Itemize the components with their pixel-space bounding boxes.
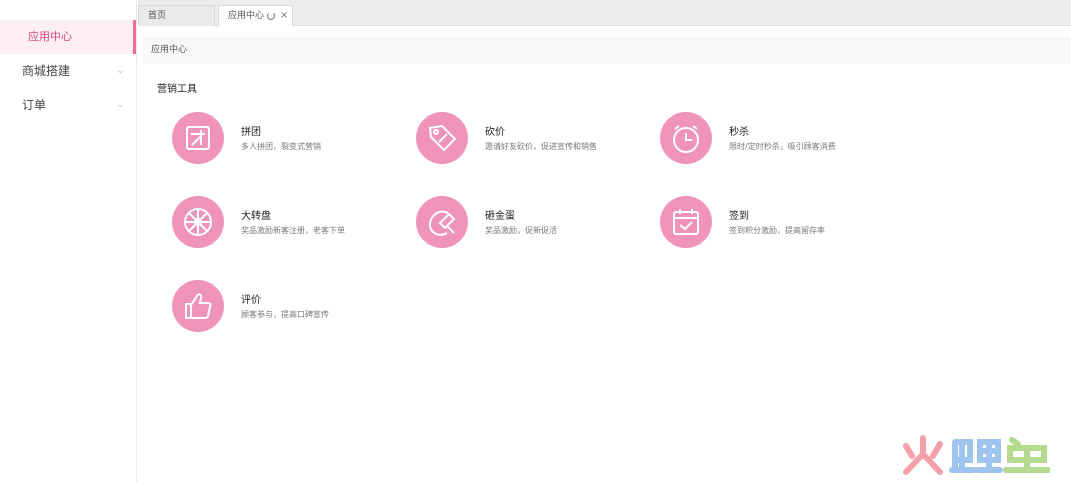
tool-desc: 奖品激励新客注册，老客下单 [241, 226, 345, 235]
calendar-check-icon [660, 196, 712, 248]
tool-desc: 顾客参与，提高口碑宣传 [241, 310, 329, 319]
hammer-egg-icon [416, 196, 468, 248]
tool-name: 签到 [729, 211, 749, 222]
tool-card-flash-sale[interactable]: 秒杀 限时/定时秒杀，吸引顾客消费 [660, 112, 880, 166]
section-title: 营销工具 [157, 84, 197, 95]
sidebar-item-label: 应用中心 [28, 30, 72, 43]
tool-name: 拼团 [241, 127, 261, 138]
sidebar-item-label: 商城搭建 [22, 64, 71, 78]
sidebar-item-mall-build[interactable]: 商城搭建 ⌄ [0, 54, 136, 88]
tab-bar: 首页 应用中心 × [138, 0, 1071, 26]
tab-home[interactable]: 首页 [138, 5, 215, 26]
tool-name: 砸金蛋 [485, 211, 515, 222]
tool-desc: 邀请好友砍价，促进宣传和销售 [485, 142, 597, 151]
alarm-clock-icon [660, 112, 712, 164]
breadcrumb-label: 应用中心 [151, 45, 188, 55]
close-icon[interactable]: × [280, 6, 288, 26]
tab-app-center[interactable]: 应用中心 × [218, 5, 293, 26]
tool-card-check-in[interactable]: 签到 签到积分激励，提高留存率 [660, 196, 880, 250]
sidebar-item-orders[interactable]: 订单 ⌄ [0, 88, 136, 122]
tool-name: 秒杀 [729, 127, 749, 138]
tool-name: 评价 [241, 295, 261, 306]
breadcrumb: 应用中心 [143, 37, 1071, 64]
tool-card-review[interactable]: 评价 顾客参与，提高口碑宣传 [172, 280, 392, 334]
price-tag-icon [416, 112, 468, 164]
sidebar: 应用中心 商城搭建 ⌄ 订单 ⌄ [0, 0, 137, 482]
tool-desc: 限时/定时秒杀，吸引顾客消费 [729, 142, 836, 151]
thumbs-up-icon [172, 280, 224, 332]
tool-card-group-buy[interactable]: 拼团 多人拼团，裂变式营销 [172, 112, 392, 166]
tool-desc: 奖品激励，促新促活 [485, 226, 557, 235]
tool-card-bargain[interactable]: 砍价 邀请好友砍价，促进宣传和销售 [416, 112, 636, 166]
tab-label: 首页 [148, 11, 167, 21]
tab-label: 应用中心 [228, 11, 265, 21]
refresh-icon[interactable] [267, 12, 275, 20]
tool-desc: 多人拼团，裂变式营销 [241, 142, 321, 151]
tool-card-lucky-wheel[interactable]: 大转盘 奖品激励新客注册，老客下单 [172, 196, 392, 250]
watermark-logo [903, 435, 1050, 475]
group-tuan-icon [172, 112, 224, 164]
sidebar-item-label: 订单 [22, 98, 47, 112]
tool-name: 大转盘 [241, 211, 271, 222]
chevron-down-icon: ⌄ [116, 100, 124, 110]
tool-desc: 签到积分激励，提高留存率 [729, 226, 825, 235]
tool-name: 砍价 [485, 127, 505, 138]
chevron-down-icon: ⌄ [116, 66, 124, 76]
tool-card-smash-egg[interactable]: 砸金蛋 奖品激励，促新促活 [416, 196, 636, 250]
sidebar-item-app-center[interactable]: 应用中心 [0, 20, 136, 54]
wheel-icon [172, 196, 224, 248]
